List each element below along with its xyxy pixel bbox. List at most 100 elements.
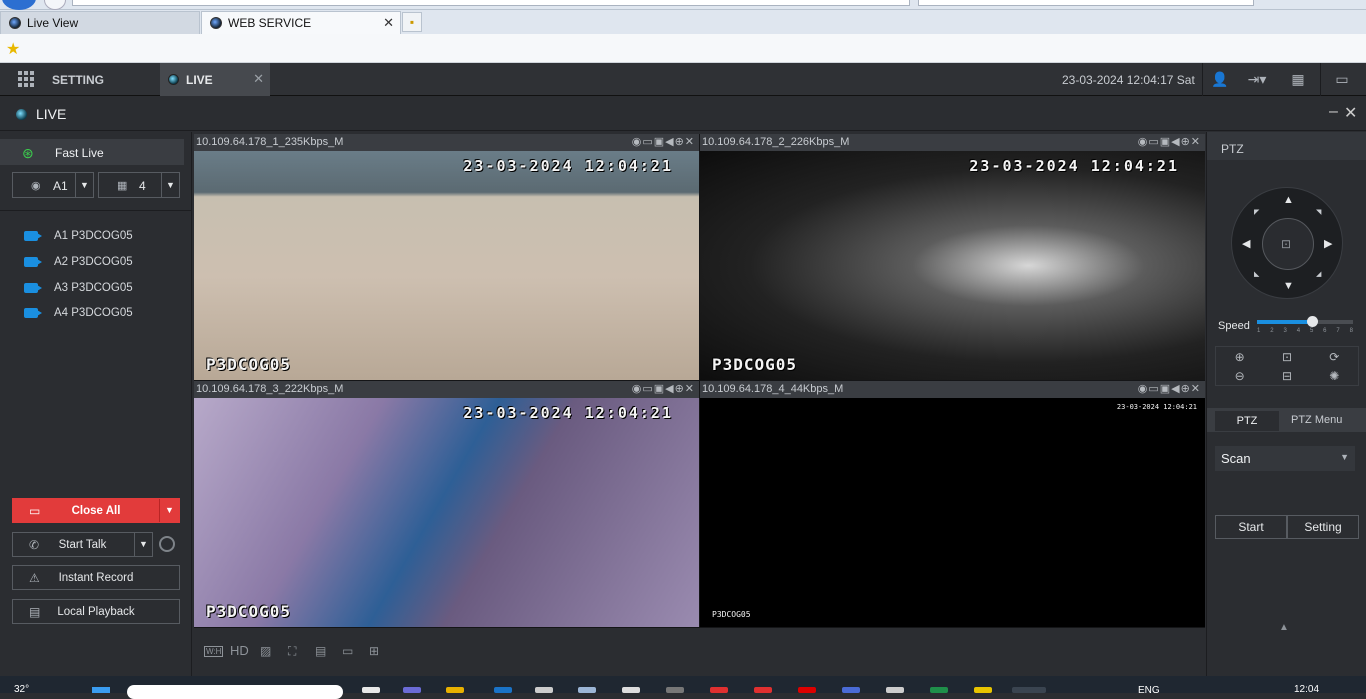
ptz-up-icon[interactable]: ▲	[1283, 194, 1294, 206]
instant-record-button[interactable]: ⚠ Instant Record	[12, 565, 180, 590]
ptz-setting-button[interactable]: Setting	[1287, 515, 1359, 539]
user-icon[interactable]: 👤	[1211, 70, 1229, 88]
ptz-down-left-icon[interactable]: ◣	[1254, 270, 1259, 278]
taskbar-clock[interactable]: 12:04	[1294, 684, 1319, 695]
video-window-3[interactable]: 10.109.64.178_3_222Kbps_M ◉▭▣◀⊕✕ 23-03-2…	[194, 381, 699, 627]
osd-camera-name: P3DCOG05	[206, 355, 292, 374]
video-window-tools[interactable]: ◉▭▣◀⊕✕	[632, 135, 695, 148]
excel-icon[interactable]	[930, 687, 948, 693]
weather-temperature[interactable]: 32°	[14, 684, 29, 695]
four-split-icon[interactable]: ⊞	[369, 644, 379, 658]
camera-item-a4[interactable]: A4 P3DCOG05	[0, 303, 192, 325]
new-tab-button[interactable]: ▪	[402, 12, 422, 32]
hd-button[interactable]: HD	[230, 643, 249, 658]
app-icon[interactable]	[578, 687, 596, 693]
app-icon[interactable]	[622, 687, 640, 693]
video-window-tools[interactable]: ◉▭▣◀⊕✕	[1138, 382, 1201, 395]
setting-tab[interactable]: SETTING	[52, 73, 104, 87]
chevron-down-icon[interactable]: ▼	[159, 499, 179, 522]
speed-slider-handle[interactable]	[1306, 316, 1318, 327]
fullscreen-icon[interactable]: ⛶	[288, 644, 296, 659]
ptz-up-left-icon[interactable]: ◤	[1254, 208, 1259, 216]
app-icon[interactable]	[974, 687, 992, 693]
app-icon[interactable]	[842, 687, 860, 693]
video-feed: 23-03-2024 12:04:21 P3DCOG05	[700, 151, 1205, 380]
ptz-down-right-icon[interactable]: ◢	[1316, 270, 1321, 278]
aspect-ratio-button[interactable]: W:H	[204, 646, 224, 657]
iris-close-icon[interactable]: ✺	[1311, 366, 1358, 385]
camera-item-a1[interactable]: A1 P3DCOG05	[0, 226, 192, 248]
video-window-2[interactable]: 10.109.64.178_2_226Kbps_M ◉▭▣◀⊕✕ 23-03-2…	[700, 134, 1205, 380]
video-stream-title: 10.109.64.178_2_226Kbps_M	[702, 136, 850, 148]
tab-ptz-menu[interactable]: PTZ Menu	[1291, 414, 1342, 426]
split-select[interactable]: ▦ 4 ▼	[98, 172, 180, 198]
language-indicator[interactable]: ENG	[1138, 685, 1160, 696]
ptz-direction-dial[interactable]: ▲ ▼ ◀ ▶ ◤ ◥ ◣ ◢ ⊡	[1231, 187, 1343, 299]
tab-ptz[interactable]: PTZ	[1215, 411, 1279, 431]
browser-tab-live-view[interactable]: Live View	[0, 11, 200, 34]
video-window-4[interactable]: 10.109.64.178_4_44Kbps_M ◉▭▣◀⊕✕ 23-03-20…	[700, 381, 1205, 627]
logout-icon[interactable]: ⇥▾	[1244, 70, 1270, 88]
chevron-down-icon[interactable]: ▼	[161, 173, 179, 197]
app-icon[interactable]	[886, 687, 904, 693]
browser-tab-web-service[interactable]: WEB SERVICE ✕	[201, 11, 401, 34]
app-icon[interactable]	[666, 687, 684, 693]
ptz-down-icon[interactable]: ▼	[1283, 280, 1294, 292]
video-window-tools[interactable]: ◉▭▣◀⊕✕	[1138, 135, 1201, 148]
channel-select[interactable]: ◉ A1 ▼	[12, 172, 94, 198]
camera-item-a3[interactable]: A3 P3DCOG05	[0, 278, 192, 300]
collapse-panel-icon[interactable]: ▲	[1279, 622, 1289, 633]
ptz-center-button[interactable]: ⊡	[1262, 218, 1314, 270]
close-live-tab-icon[interactable]: ✕	[253, 71, 264, 87]
file-explorer-icon[interactable]	[446, 687, 464, 693]
fullscreen-display-icon[interactable]: ▭	[1333, 70, 1351, 88]
fluency-icon[interactable]: ▨	[260, 644, 271, 658]
minimize-icon[interactable]: –	[1329, 103, 1338, 121]
chevron-down-icon[interactable]: ▼	[134, 533, 152, 556]
camera-item-label: A3 P3DCOG05	[54, 282, 133, 294]
app-icon[interactable]	[798, 687, 816, 693]
fast-live-icon: ⊛	[22, 145, 34, 161]
speed-slider[interactable]	[1257, 316, 1353, 327]
app-icon[interactable]	[535, 687, 553, 693]
video-window-tools[interactable]: ◉▭▣◀⊕✕	[632, 382, 695, 395]
ptz-mode-select[interactable]: Scan ▼	[1215, 446, 1355, 471]
focus-near-icon[interactable]: ⊡	[1263, 347, 1310, 366]
ie-taskbar-icon[interactable]	[1012, 687, 1046, 693]
zoom-in-icon[interactable]: ⊕	[1216, 347, 1263, 366]
iris-open-icon[interactable]: ⟳	[1311, 347, 1358, 366]
chevron-down-icon[interactable]: ▼	[75, 173, 93, 197]
address-bar[interactable]	[72, 0, 910, 6]
windows-start-icon[interactable]	[92, 687, 110, 693]
ptz-right-icon[interactable]: ▶	[1324, 237, 1332, 250]
task-view-icon[interactable]	[362, 687, 380, 693]
browser-search-bar[interactable]	[918, 0, 1254, 6]
ptz-start-button[interactable]: Start	[1215, 515, 1287, 539]
video-window-1[interactable]: 10.109.64.178_1_235Kbps_M ◉▭▣◀⊕✕ 23-03-2…	[194, 134, 699, 380]
zoom-out-icon[interactable]: ⊖	[1216, 366, 1263, 385]
app-icon[interactable]	[754, 687, 772, 693]
app-icon[interactable]	[710, 687, 728, 693]
close-all-button[interactable]: ▭ Close All ▼	[12, 498, 180, 523]
screen-mode-icon[interactable]: ▤	[315, 644, 326, 658]
ptz-up-right-icon[interactable]: ◥	[1316, 208, 1321, 216]
teams-icon[interactable]	[403, 687, 421, 693]
back-button[interactable]	[2, 0, 36, 10]
focus-far-icon[interactable]: ⊟	[1263, 366, 1310, 385]
forward-button[interactable]	[44, 0, 66, 10]
main-menu-grid-icon[interactable]	[18, 71, 34, 87]
close-icon[interactable]: ✕	[1344, 103, 1357, 123]
taskbar-search-box[interactable]	[127, 685, 343, 699]
favorites-star-icon[interactable]: ★	[6, 39, 20, 59]
live-tab[interactable]: LIVE ✕	[160, 63, 270, 96]
channel-select-value: A1	[53, 179, 68, 193]
close-tab-icon[interactable]: ✕	[383, 15, 394, 31]
qr-code-icon[interactable]: ▦	[1289, 70, 1307, 88]
store-icon[interactable]	[494, 687, 512, 693]
start-talk-button[interactable]: ✆ Start Talk ▼	[12, 532, 153, 557]
local-playback-button[interactable]: ▤ Local Playback	[12, 599, 180, 624]
fast-live-toggle[interactable]: ⊛ Fast Live	[0, 139, 184, 165]
single-split-icon[interactable]: ▭	[342, 644, 353, 658]
ptz-left-icon[interactable]: ◀	[1242, 237, 1250, 250]
camera-item-a2[interactable]: A2 P3DCOG05	[0, 252, 192, 274]
